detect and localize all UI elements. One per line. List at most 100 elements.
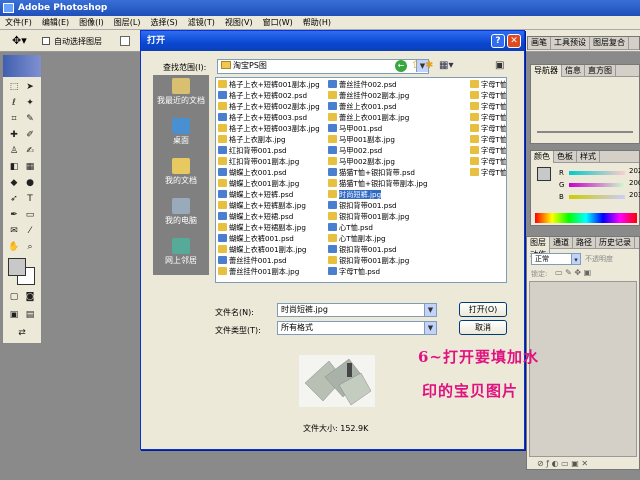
magic-wand-icon[interactable]: ✦ <box>23 97 37 109</box>
file-item[interactable]: 猫猫T恤+银扣背带.psd <box>328 168 415 178</box>
place-network[interactable]: 网上邻居 <box>153 235 209 273</box>
tab-channels[interactable]: 通道 <box>550 237 573 249</box>
tab-brushes[interactable]: 画笔 <box>528 37 551 49</box>
notes-tool-icon[interactable]: ✉ <box>7 225 21 237</box>
new-folder-right-icon[interactable]: ▣ <box>495 60 504 71</box>
file-item[interactable]: 字母T恤 <box>470 157 506 167</box>
file-item[interactable]: 字母T恤 <box>470 113 506 123</box>
crop-tool-icon[interactable]: ⌗ <box>7 113 21 125</box>
file-item[interactable]: 格子上衣+短裤002副本.jpg <box>218 102 320 112</box>
file-item[interactable]: 马甲002副本.jpg <box>328 157 395 167</box>
cancel-button[interactable]: 取消 <box>459 320 507 335</box>
up-folder-icon[interactable]: ⇧ <box>411 60 419 71</box>
zoom-tool-icon[interactable]: ⌕ <box>23 241 37 253</box>
file-item[interactable]: 蝴蝶上衣裤001.psd <box>218 234 294 244</box>
tab-layers[interactable]: 图层 <box>527 237 550 249</box>
blend-mode-select[interactable]: 正常 ▾ <box>531 253 581 265</box>
file-item[interactable]: 红扣背带001.psd <box>218 146 287 156</box>
type-tool-icon[interactable]: T <box>23 193 37 205</box>
tab-paths[interactable]: 路径 <box>573 237 596 249</box>
file-item[interactable]: 字母T恤.psd <box>328 267 380 277</box>
shape-tool-icon[interactable]: ▭ <box>23 209 37 221</box>
file-item[interactable]: 蝴蝶上衣001.psd <box>218 168 287 178</box>
green-value[interactable]: 200 <box>629 179 640 187</box>
file-item[interactable]: 红扣背带001副本.jpg <box>218 157 299 167</box>
file-item[interactable]: 格子上衣+短裤003.psd <box>218 113 307 123</box>
place-mydocs[interactable]: 我的文档 <box>153 155 209 193</box>
file-item[interactable]: 蝴蝶上衣+短裙.psd <box>218 212 293 222</box>
file-item[interactable]: 蕾丝挂件001副本.jpg <box>218 267 299 277</box>
foreground-color-swatch[interactable] <box>8 258 26 276</box>
file-item[interactable]: 时尚短裤.jpg <box>328 190 382 200</box>
hand-tool-icon[interactable]: ✋ <box>7 241 21 253</box>
menu-window[interactable]: 窗口(W) <box>258 16 298 30</box>
green-slider[interactable] <box>569 183 625 187</box>
tab-styles[interactable]: 样式 <box>577 151 600 163</box>
menu-image[interactable]: 图像(I) <box>74 16 109 30</box>
blue-value[interactable]: 203 <box>629 191 640 199</box>
back-icon[interactable]: ← <box>395 60 407 72</box>
menu-select[interactable]: 选择(S) <box>145 16 182 30</box>
menu-view[interactable]: 视图(V) <box>220 16 258 30</box>
help-icon[interactable]: ? <box>491 34 505 48</box>
eraser-tool-icon[interactable]: ◧ <box>7 161 21 173</box>
lock-icons[interactable]: ▭ ✎ ✥ ▣ <box>555 268 591 277</box>
file-item[interactable]: 蕾丝上衣001.psd <box>328 102 397 112</box>
red-value[interactable]: 202 <box>629 167 640 175</box>
filename-input[interactable]: 时尚短裤.jpg ▼ <box>277 303 437 317</box>
transform-controls-checkbox[interactable] <box>120 36 130 46</box>
file-item[interactable]: 格子上衣+短裤001副本.jpg <box>218 80 320 90</box>
screen-mode-icon[interactable]: ▣ <box>7 309 21 321</box>
marquee-tool-icon[interactable]: ⬚ <box>7 81 21 93</box>
file-item[interactable]: 马甲001.psd <box>328 124 382 134</box>
tab-tool-presets[interactable]: 工具预设 <box>551 37 590 49</box>
file-item[interactable]: 字母T恤 <box>470 80 506 90</box>
blur-tool-icon[interactable]: ◆ <box>7 177 21 189</box>
file-item[interactable]: 字母T恤 <box>470 102 506 112</box>
close-icon[interactable]: ✕ <box>507 34 521 48</box>
slice-tool-icon[interactable]: ✎ <box>23 113 37 125</box>
menu-filter[interactable]: 滤镜(T) <box>183 16 220 30</box>
move-tool-icon[interactable]: ✥▾ <box>12 34 27 47</box>
view-menu-icon[interactable]: ▦▾ <box>439 60 453 71</box>
place-mycomputer[interactable]: 我的电脑 <box>153 195 209 233</box>
standard-mode-icon[interactable]: ▢ <box>7 291 21 303</box>
file-item[interactable]: 蝴蝶上衣001副本.jpg <box>218 179 299 189</box>
file-list[interactable]: 格子上衣+短裤001副本.jpg 格子上衣+短裤002.psd 格子上衣+短裤002… <box>215 77 507 283</box>
file-item[interactable]: 格子上衣+短裤002.psd <box>218 91 307 101</box>
place-recent[interactable]: 我最近的文档 <box>153 75 209 113</box>
file-item[interactable]: 蕾丝挂件001.psd <box>218 256 287 266</box>
file-item[interactable]: 字母T恤 <box>470 168 506 178</box>
menu-layer[interactable]: 图层(L) <box>109 16 146 30</box>
file-item[interactable]: 心T恤.psd <box>328 223 373 233</box>
tab-color[interactable]: 颜色 <box>531 151 554 163</box>
quickmask-mode-icon[interactable]: ◙ <box>23 291 37 303</box>
file-item[interactable]: 字母T恤 <box>470 124 506 134</box>
lasso-tool-icon[interactable]: ℓ <box>7 97 21 109</box>
file-item[interactable]: 蝴蝶上衣+短裤.psd <box>218 190 293 200</box>
imageready-jump-icon[interactable]: ⇄ <box>15 327 29 339</box>
eyedropper-icon[interactable]: ⁄ <box>23 225 37 237</box>
place-desktop[interactable]: 桌面 <box>153 115 209 153</box>
file-item[interactable]: 格子上衣+短裤003副本.jpg <box>218 124 320 134</box>
file-item[interactable]: 字母T恤 <box>470 91 506 101</box>
red-slider[interactable] <box>569 171 625 175</box>
fullscreen-mode-icon[interactable]: ▤ <box>23 309 37 321</box>
tab-history[interactable]: 历史记录 <box>596 237 635 249</box>
healing-brush-icon[interactable]: ✚ <box>7 129 21 141</box>
zoom-slider[interactable] <box>537 131 633 133</box>
color-spectrum-bar[interactable] <box>535 213 637 223</box>
file-item[interactable]: 蝴蝶上衣裤001副本.jpg <box>218 245 306 255</box>
tab-layer-comps[interactable]: 图层复合 <box>590 37 629 49</box>
file-item[interactable]: 猫猫T恤+银扣背带副本.jpg <box>328 179 428 189</box>
tab-navigator[interactable]: 导航器 <box>531 65 562 77</box>
color-fg-swatch[interactable] <box>537 167 551 181</box>
move-tool-icon[interactable]: ➤ <box>23 81 37 93</box>
open-button[interactable]: 打开(O) <box>459 302 507 317</box>
gradient-tool-icon[interactable]: ▦ <box>23 161 37 173</box>
tab-swatches[interactable]: 色板 <box>554 151 577 163</box>
file-item[interactable]: 格子上衣副本.jpg <box>218 135 286 145</box>
auto-select-checkbox[interactable] <box>42 36 50 45</box>
file-item[interactable]: 字母T恤 <box>470 135 506 145</box>
file-item[interactable]: 蕾丝挂件002副本.jpg <box>328 91 409 101</box>
